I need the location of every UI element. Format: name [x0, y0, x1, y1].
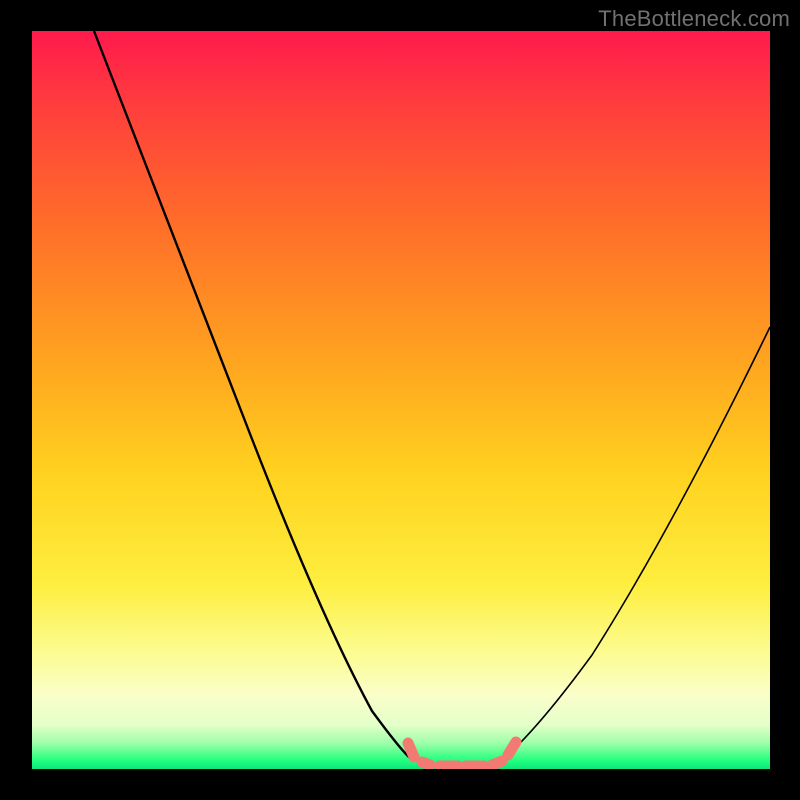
- dashed-trough: [408, 742, 516, 766]
- plot-area: [32, 31, 770, 769]
- watermark-text: TheBottleneck.com: [598, 6, 790, 32]
- left-curve: [94, 31, 430, 766]
- curve-overlay: [32, 31, 770, 769]
- chart-frame: TheBottleneck.com: [0, 0, 800, 800]
- right-curve: [495, 327, 770, 766]
